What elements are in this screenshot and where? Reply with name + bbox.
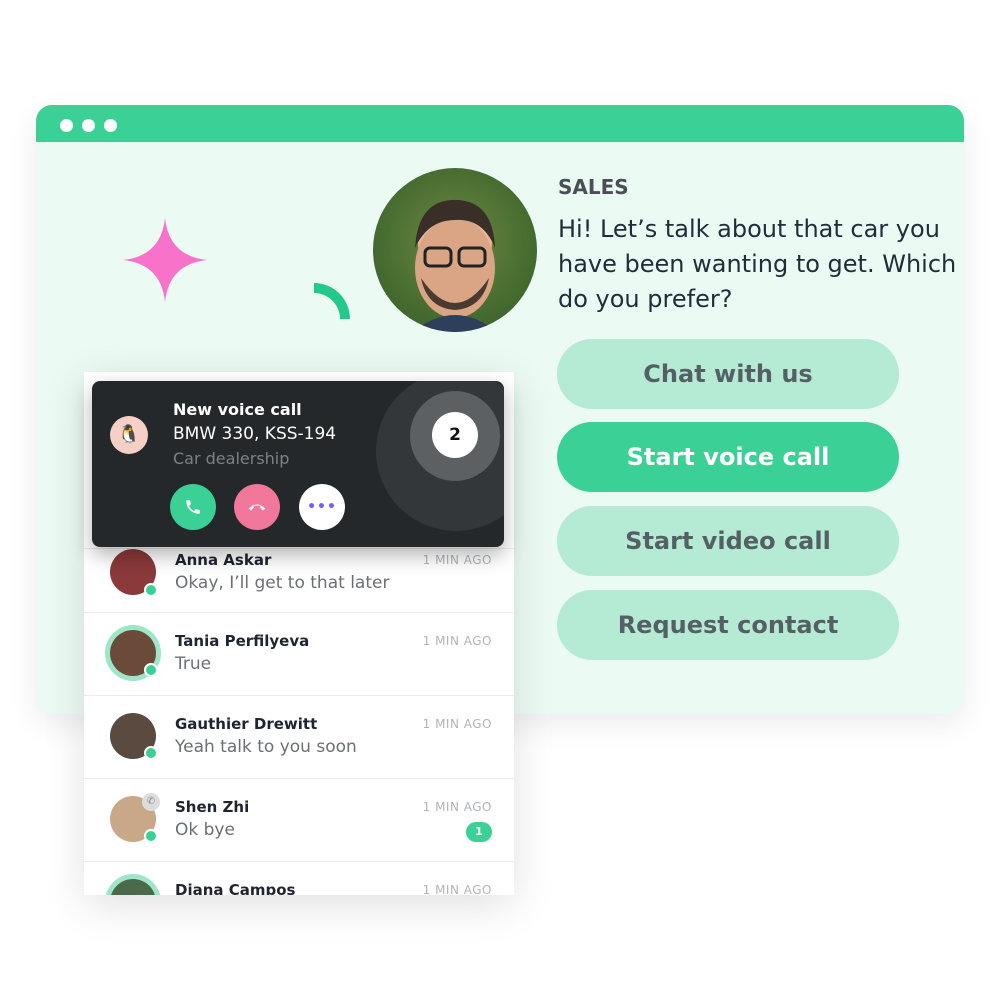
unread-badge: 1 (466, 822, 492, 842)
contact-name: Shen Zhi (175, 798, 250, 816)
timestamp: 1 MIN AGO (422, 634, 492, 648)
conversation-item[interactable]: Diana Campos 1 MIN AGO (84, 861, 514, 895)
start-voice-call-button[interactable]: Start voice call (557, 422, 899, 492)
timestamp: 1 MIN AGO (422, 800, 492, 814)
agent-department: SALES (558, 175, 629, 199)
more-options-button[interactable]: ••• (299, 484, 345, 530)
call-subject: BMW 330, KSS-194 (173, 424, 337, 444)
call-title: New voice call (173, 400, 302, 419)
queue-count: 2 (432, 412, 478, 458)
contact-name: Anna Askar (175, 551, 272, 569)
conversation-item[interactable]: Anna Askar Okay, I’ll get to that later … (84, 548, 514, 612)
avatar (110, 879, 156, 895)
start-video-call-button[interactable]: Start video call (557, 506, 899, 576)
contact-name: Gauthier Drewitt (175, 715, 318, 733)
window-dot (104, 119, 117, 132)
arc-decoration-icon (314, 283, 350, 319)
request-contact-button[interactable]: Request contact (557, 590, 899, 660)
window-titlebar (36, 105, 964, 142)
conversation-item[interactable]: Gauthier Drewitt Yeah talk to you soon 1… (84, 695, 514, 778)
company-logo-icon: 🐧 (110, 416, 148, 454)
phone-icon (186, 500, 200, 514)
phone-icon: ✆ (142, 793, 160, 811)
online-status (144, 746, 158, 760)
contact-name: Tania Perfilyeva (175, 632, 310, 650)
accept-call-button[interactable] (170, 484, 216, 530)
online-status (144, 829, 158, 843)
hang-up-icon (248, 504, 266, 511)
chat-with-us-button[interactable]: Chat with us (557, 339, 899, 409)
window-dot (60, 119, 73, 132)
window-dot (82, 119, 95, 132)
timestamp: 1 MIN AGO (422, 883, 492, 895)
online-status (144, 583, 158, 597)
timestamp: 1 MIN AGO (422, 553, 492, 567)
conversation-item[interactable]: Tania Perfilyeva True 1 MIN AGO (84, 612, 514, 695)
last-message: True (175, 654, 212, 674)
online-status (144, 663, 158, 677)
conversation-item[interactable]: ✆ Shen Zhi Ok bye 1 MIN AGO 1 (84, 778, 514, 861)
agent-avatar (373, 168, 537, 332)
contact-name: Diana Campos (175, 881, 296, 895)
incoming-call-card: 2 🐧 New voice call BMW 330, KSS-194 Car … (92, 381, 504, 547)
call-company: Car dealership (173, 449, 290, 468)
last-message: Ok bye (175, 820, 235, 840)
sparkle-icon (123, 218, 207, 302)
more-icon: ••• (307, 499, 337, 515)
decline-call-button[interactable] (234, 484, 280, 530)
last-message: Yeah talk to you soon (175, 737, 357, 757)
last-message: Okay, I’ll get to that later (175, 573, 390, 593)
timestamp: 1 MIN AGO (422, 717, 492, 731)
agent-message: Hi! Let’s talk about that car you have b… (558, 215, 957, 313)
